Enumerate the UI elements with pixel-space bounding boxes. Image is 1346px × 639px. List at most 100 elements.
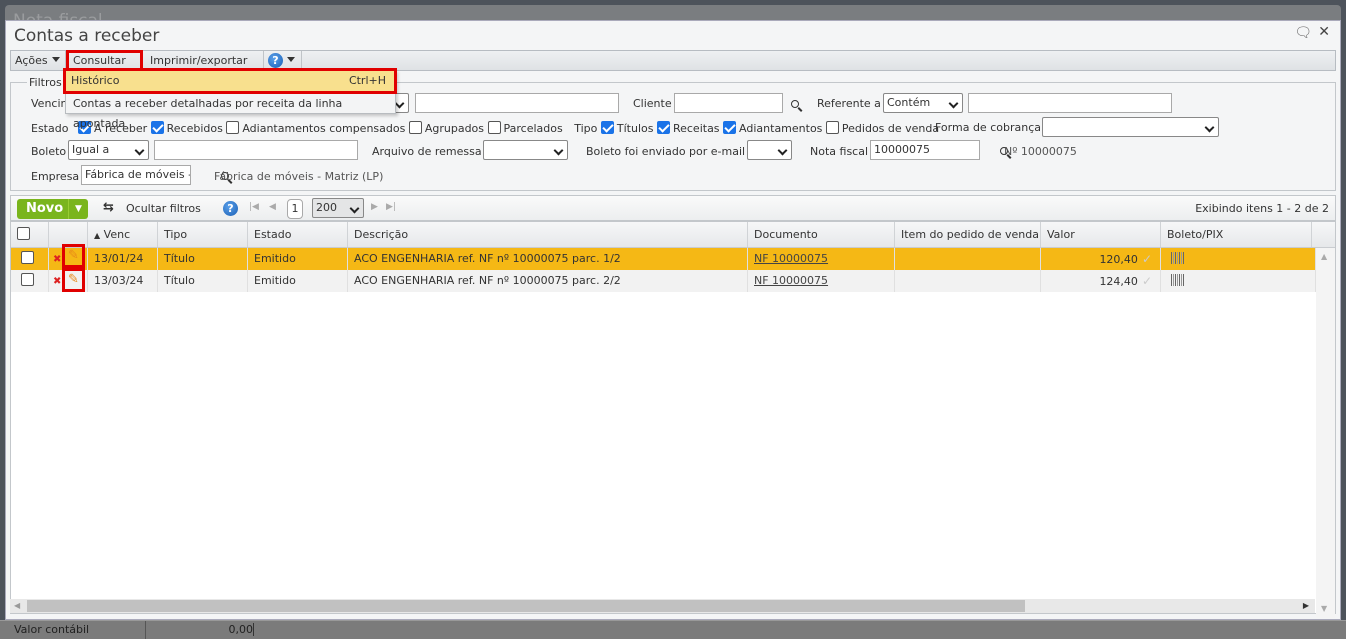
documento-cell: NF 10000075 xyxy=(748,270,895,292)
option-label: Agrupados xyxy=(424,122,485,135)
referente-label: Referente a xyxy=(817,97,881,110)
novo-button[interactable]: Novo ▼ xyxy=(17,199,88,219)
refresh-icon[interactable]: ⇆ xyxy=(103,200,114,215)
boleto-select[interactable]: Igual a xyxy=(68,140,149,160)
cliente-input[interactable] xyxy=(674,93,783,113)
scroll-down-icon[interactable]: ▼ xyxy=(1321,604,1327,613)
scroll-left-icon[interactable]: ◀ xyxy=(14,601,20,610)
ocultar-filtros-button[interactable]: Ocultar filtros xyxy=(126,202,201,215)
edit-pencil-icon[interactable]: ✎ xyxy=(62,244,85,268)
vencimento-input[interactable] xyxy=(415,93,619,113)
footer-label: Valor contábil xyxy=(14,623,90,636)
valor-value: 124,40 xyxy=(1099,275,1138,288)
header-valor[interactable]: Valor xyxy=(1041,222,1161,247)
empresa-input[interactable]: Fábrica de móveis - Matriz (LP) xyxy=(81,165,191,185)
forma-cobranca-label: Forma de cobrança xyxy=(935,121,1041,134)
checkbox-checked[interactable] xyxy=(723,121,737,134)
last-page-icon[interactable]: ▶| xyxy=(386,202,396,212)
boleto-input[interactable] xyxy=(154,140,358,160)
next-page-icon[interactable]: ▶ xyxy=(371,202,378,212)
vertical-scrollbar[interactable]: ▲ ▼ xyxy=(1316,248,1335,618)
checkbox-checked[interactable] xyxy=(150,121,164,134)
table-row[interactable]: ✖ ✎ 13/01/24 Título Emitido ACO ENGENHARI… xyxy=(11,244,1316,270)
documento-link[interactable]: NF 10000075 xyxy=(754,252,828,265)
header-documento[interactable]: Documento xyxy=(748,222,895,247)
historico-label: Histórico xyxy=(71,74,120,87)
header-item-pedido[interactable]: Item do pedido de venda xyxy=(895,222,1041,247)
historico-shortcut: Ctrl+H xyxy=(348,74,386,87)
header-label: Venc xyxy=(103,228,131,241)
menu-item-detalhadas[interactable]: Contas a receber detalhadas por receita … xyxy=(68,94,394,130)
first-page-icon[interactable]: |◀ xyxy=(249,202,259,212)
row-select-cell xyxy=(11,248,49,270)
search-icon[interactable] xyxy=(791,100,799,108)
help-icon[interactable]: ? xyxy=(223,201,238,216)
horizontal-scrollbar[interactable]: ◀ ▶ xyxy=(10,599,1315,613)
checkbox-checked[interactable] xyxy=(600,121,614,134)
data-grid: ▲ Venc Tipo Estado Descrição Documento I… xyxy=(10,221,1336,618)
descricao-cell: ACO ENGENHARIA ref. NF nº 10000075 parc.… xyxy=(348,270,748,292)
barcode-icon[interactable] xyxy=(1171,252,1185,264)
row-checkbox[interactable] xyxy=(21,251,34,264)
page-input[interactable]: 1 xyxy=(287,199,303,219)
checkbox[interactable] xyxy=(487,121,501,134)
chevron-down-icon[interactable]: ▼ xyxy=(68,199,88,219)
edit-pencil-icon[interactable]: ✎ xyxy=(62,268,85,292)
imprimir-label: Imprimir/exportar xyxy=(150,54,248,67)
option-label: Títulos xyxy=(616,122,654,135)
comment-icon[interactable]: 🗨 xyxy=(1294,25,1312,41)
tipo-label: Tipo xyxy=(574,122,598,135)
header-descricao[interactable]: Descrição xyxy=(348,222,748,247)
header-venc[interactable]: ▲ Venc xyxy=(88,222,158,247)
forma-cobranca-select[interactable] xyxy=(1042,117,1219,137)
header-boleto-pix[interactable]: Boleto/PIX xyxy=(1161,222,1312,247)
tipo-option[interactable]: Adiantamentos xyxy=(723,121,822,135)
page-size-select[interactable]: 200 xyxy=(312,198,364,218)
referente-select[interactable]: Contém xyxy=(883,93,963,113)
delete-icon[interactable]: ✖ xyxy=(53,254,61,265)
consultar-dropdown: Histórico Ctrl+H Contas a receber detalh… xyxy=(63,68,397,130)
estado-cell: Emitido xyxy=(248,248,348,270)
prev-page-icon[interactable]: ◀ xyxy=(269,202,276,212)
header-tipo[interactable]: Tipo xyxy=(158,222,248,247)
select-all-checkbox[interactable] xyxy=(17,227,30,240)
estado-row: Estado A receber Recebidos Adiantamentos… xyxy=(31,121,939,135)
checkbox[interactable] xyxy=(408,121,422,134)
empresa-desc: Fábrica de móveis - Matriz (LP) xyxy=(214,170,384,183)
row-checkbox[interactable] xyxy=(21,273,34,286)
valor-cell: 124,40 ✓ xyxy=(1041,270,1161,292)
scroll-up-icon[interactable]: ▲ xyxy=(1321,252,1327,261)
close-icon[interactable]: ✕ xyxy=(1318,24,1330,40)
tipo-option[interactable]: Receitas xyxy=(656,121,720,135)
table-row[interactable]: ✖ ✎ 13/03/24 Título Emitido ACO ENGENHARI… xyxy=(11,268,1316,292)
nota-fiscal-input[interactable]: 10000075 xyxy=(870,140,980,160)
nota-fiscal-label: Nota fiscal xyxy=(810,145,869,158)
estado-option[interactable]: Agrupados xyxy=(408,121,485,135)
window-title: Contas a receber xyxy=(14,26,160,46)
scrollbar-thumb[interactable] xyxy=(27,600,1025,612)
divider xyxy=(145,621,146,639)
barcode-icon[interactable] xyxy=(1171,274,1185,286)
venc-cell: 13/01/24 xyxy=(88,248,158,270)
header-estado[interactable]: Estado xyxy=(248,222,348,247)
estado-option[interactable]: Parcelados xyxy=(487,121,563,135)
tipo-option[interactable]: Títulos xyxy=(600,121,654,135)
menu-item-historico[interactable]: Histórico Ctrl+H xyxy=(63,68,397,94)
boleto-email-select[interactable] xyxy=(747,140,792,160)
tipo-option[interactable]: Pedidos de venda xyxy=(825,121,939,135)
referente-input[interactable] xyxy=(968,93,1172,113)
scroll-right-icon[interactable]: ▶ xyxy=(1303,601,1309,610)
checkbox-checked[interactable] xyxy=(656,121,670,134)
tipo-cell: Título xyxy=(158,270,248,292)
checkbox[interactable] xyxy=(825,121,839,134)
boleto-label: Boleto xyxy=(31,145,67,158)
estado-option[interactable]: Adiantamentos compensados xyxy=(226,121,405,135)
row-select-cell xyxy=(11,270,49,292)
arquivo-remessa-select[interactable] xyxy=(483,140,568,160)
delete-icon[interactable]: ✖ xyxy=(53,276,61,287)
documento-link[interactable]: NF 10000075 xyxy=(754,274,828,287)
acoes-menu[interactable]: Ações xyxy=(11,51,66,70)
estado-option[interactable]: Recebidos xyxy=(150,121,223,135)
filters-legend: Filtros xyxy=(27,76,64,89)
checkbox[interactable] xyxy=(226,121,240,134)
